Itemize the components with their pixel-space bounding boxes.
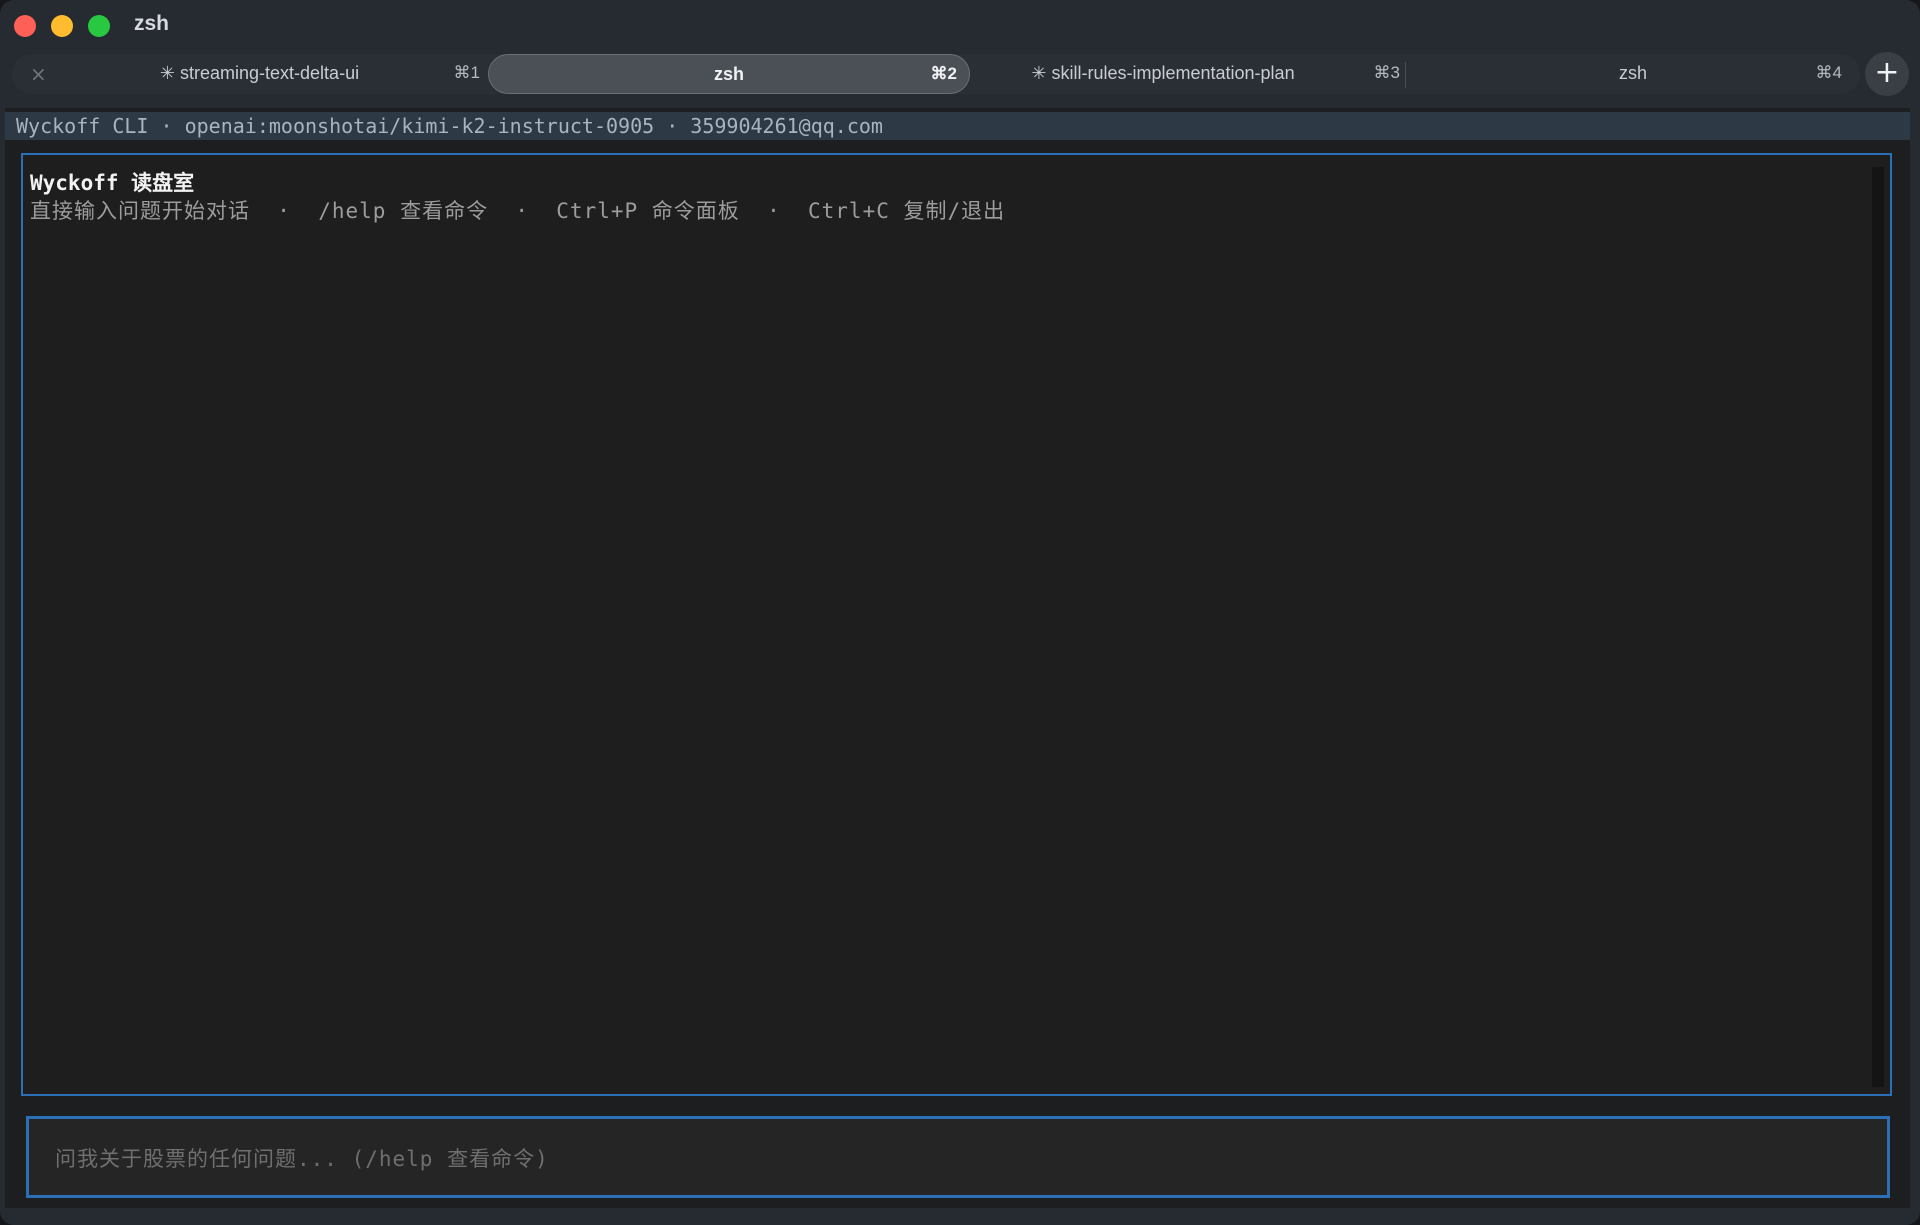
chat-scrollbar[interactable] (1872, 167, 1884, 1087)
tab-divider (1405, 62, 1406, 88)
close-icon[interactable]: × (30, 62, 47, 86)
window-title: zsh (134, 12, 170, 35)
minimize-window-button[interactable] (51, 15, 73, 37)
tab-bar: × ✳ streaming-text-delta-ui ⌘1 zsh ⌘2 ✳ … (12, 54, 1860, 94)
tab-zsh[interactable]: zsh ⌘4 (1412, 54, 1854, 94)
new-tab-button[interactable]: + (1865, 52, 1909, 96)
tab-skill-rules-implementation-plan[interactable]: ✳ skill-rules-implementation-plan ⌘3 (974, 54, 1412, 94)
tab-zsh-active[interactable]: zsh ⌘2 (488, 54, 970, 94)
chat-input-placeholder: 问我关于股票的任何问题... (/help 查看命令) (55, 1147, 549, 1171)
close-window-button[interactable] (14, 15, 36, 37)
tab-shortcut: ⌘3 (1373, 63, 1400, 82)
title-bar: zsh (0, 0, 1920, 52)
tab-label: zsh (1618, 63, 1647, 83)
tab-label: zsh (713, 64, 744, 84)
plus-icon: + (1874, 55, 1900, 90)
maximize-window-button[interactable] (88, 15, 110, 37)
status-line: Wyckoff CLI · openai:moonshotai/kimi-k2-… (5, 112, 1910, 140)
tab-streaming-text-delta-ui[interactable]: ✳ streaming-text-delta-ui ⌘1 (67, 54, 492, 94)
terminal-window: zsh × ✳ streaming-text-delta-ui ⌘1 zsh ⌘… (0, 0, 1920, 1225)
chat-panel[interactable]: Wyckoff 读盘室 直接输入问题开始对话 · /help 查看命令 · Ct… (21, 153, 1892, 1096)
tab-shortcut: ⌘4 (1815, 63, 1842, 82)
tab-label: ✳ skill-rules-implementation-plan (1031, 63, 1295, 83)
window-bottom-edge (5, 1208, 1910, 1225)
terminal-area[interactable]: Wyckoff CLI · openai:moonshotai/kimi-k2-… (5, 108, 1910, 1208)
welcome-title: Wyckoff 读盘室 (30, 171, 195, 195)
tab-label: ✳ streaming-text-delta-ui (159, 63, 360, 83)
tab-shortcut: ⌘2 (930, 64, 957, 83)
tab-shortcut: ⌘1 (453, 63, 480, 82)
chat-input[interactable]: 问我关于股票的任何问题... (/help 查看命令) (26, 1116, 1890, 1198)
welcome-hint: 直接输入问题开始对话 · /help 查看命令 · Ctrl+P 命令面板 · … (30, 199, 1006, 223)
